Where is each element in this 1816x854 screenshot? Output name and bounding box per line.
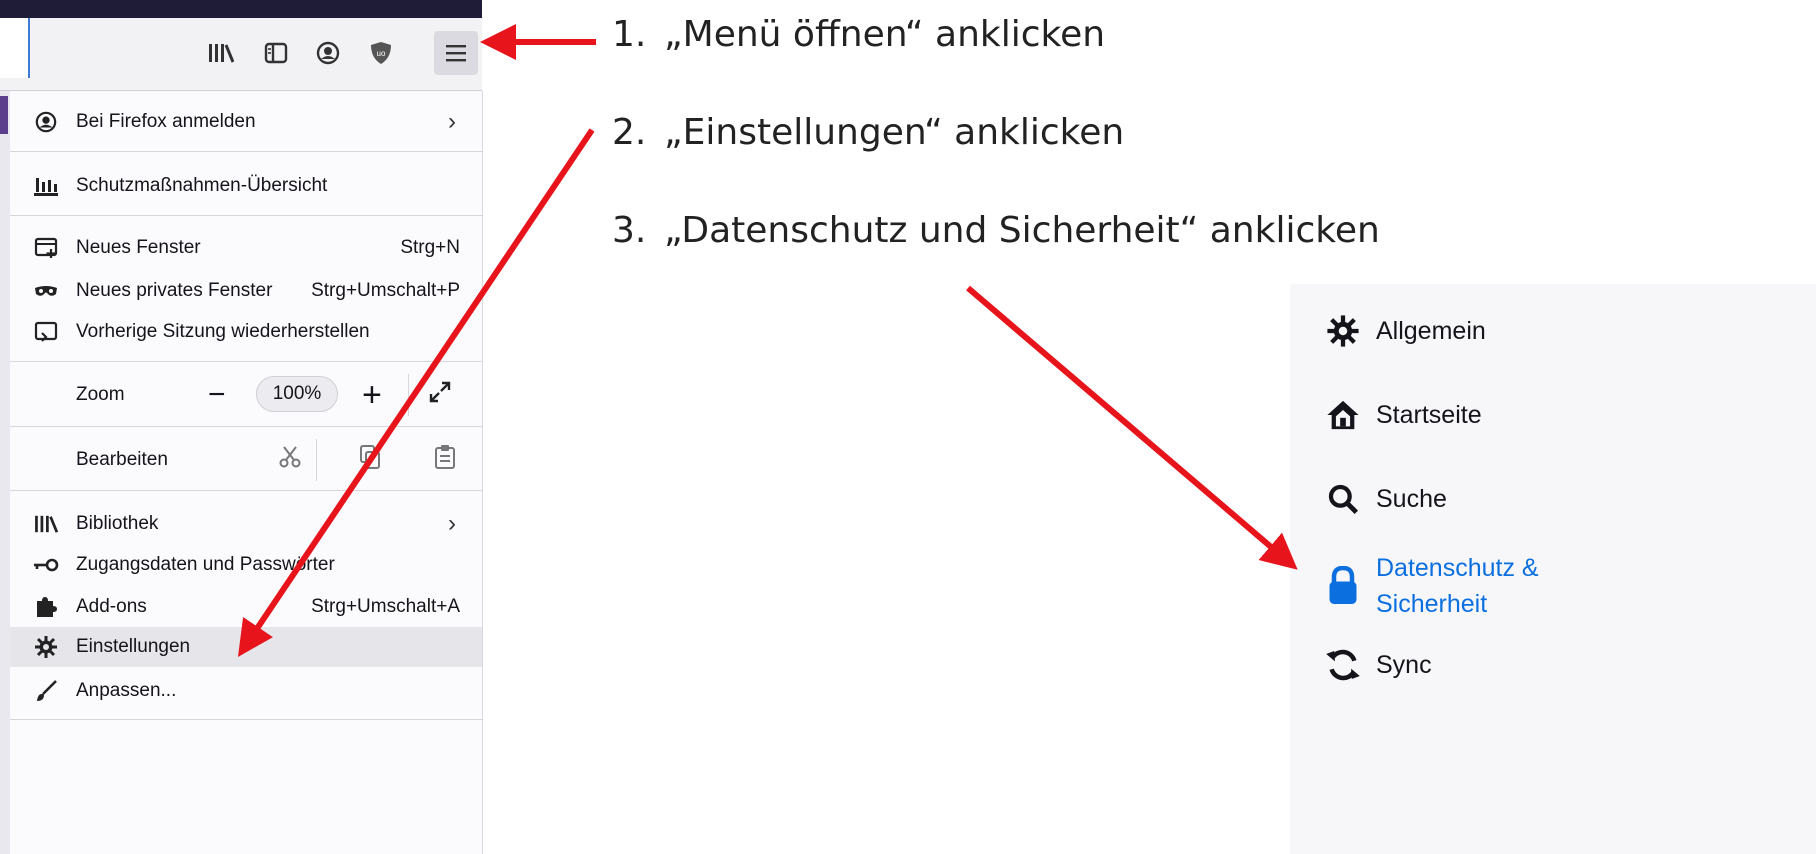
edit-label: Bearbeiten <box>76 449 168 470</box>
menu-item-label: Einstellungen <box>76 636 191 657</box>
pref-item-home[interactable]: Startseite <box>1324 396 1482 434</box>
search-icon <box>1324 480 1362 518</box>
pref-item-label: Sync <box>1376 650 1432 679</box>
ublock-shield-icon[interactable]: uo <box>368 40 394 66</box>
zoom-out-button[interactable]: − <box>208 378 226 412</box>
pref-item-search[interactable]: Suche <box>1324 480 1447 518</box>
step-number: 1. <box>612 14 647 55</box>
step-number: 2. <box>612 112 647 153</box>
home-icon <box>1324 396 1362 434</box>
library-icon[interactable] <box>208 40 234 66</box>
pref-item-label: Startseite <box>1376 400 1482 429</box>
step-number: 3. <box>612 210 647 251</box>
shortcut-text: Strg+Umschalt+P <box>311 280 460 301</box>
bar-chart-icon <box>32 172 60 200</box>
page-tab-fragment <box>0 96 8 134</box>
menu-item-zoom: Zoom − 100% + <box>10 374 482 416</box>
svg-text:uo: uo <box>377 49 386 58</box>
gear-icon <box>32 633 60 661</box>
menu-item-new-window[interactable]: Neues Fenster Strg+N <box>10 231 482 265</box>
pref-item-general[interactable]: Allgemein <box>1324 312 1486 350</box>
copy-icon[interactable] <box>358 444 382 476</box>
pref-item-label-line1: Datenschutz & <box>1376 554 1539 582</box>
browser-toolbar: uo <box>0 18 482 91</box>
step-text: „Datenschutz und Sicherheit“ anklicken <box>664 210 1380 251</box>
menu-item-label: Bei Firefox anmelden <box>76 111 256 132</box>
menu-item-restore-session[interactable]: Vorherige Sitzung wiederherstellen <box>10 315 482 349</box>
arrow-step-3 <box>966 285 1298 570</box>
browser-titlebar <box>0 0 482 18</box>
sidebar-icon[interactable] <box>263 40 289 66</box>
restore-session-icon <box>32 318 60 346</box>
preferences-sidebar: Allgemein Startseite Suche Datenschutz &… <box>1290 284 1816 854</box>
private-mask-icon <box>32 277 60 305</box>
pref-item-label: Datenschutz & Sicherheit <box>1376 550 1539 622</box>
zoom-in-button[interactable]: + <box>362 376 382 415</box>
pref-item-sync[interactable]: Sync <box>1324 646 1432 684</box>
hamburger-icon <box>446 45 466 62</box>
pref-item-label-line2: Sicherheit <box>1376 590 1488 618</box>
account-icon[interactable] <box>315 40 341 66</box>
lock-icon <box>1324 546 1362 626</box>
menu-separator <box>10 719 482 720</box>
instruction-step-2: 2. „Einstellungen“ anklicken <box>612 112 1124 153</box>
instruction-step-1: 1. „Menü öffnen“ anklicken <box>612 14 1105 55</box>
menu-item-library[interactable]: Bibliothek › <box>10 507 482 541</box>
menu-item-settings[interactable]: Einstellungen <box>10 627 482 667</box>
cut-icon[interactable] <box>278 445 302 475</box>
menu-item-label: Anpassen... <box>76 680 177 701</box>
pref-item-label: Allgemein <box>1376 316 1486 345</box>
shortcut-text: Strg+Umschalt+A <box>311 596 460 617</box>
vertical-separator <box>316 439 317 481</box>
menu-item-edit: Bearbeiten <box>10 439 482 481</box>
library-icon <box>32 510 60 538</box>
menu-item-label: Zugangsdaten und Passwörter <box>76 554 335 575</box>
pref-item-privacy-security[interactable]: Datenschutz & Sicherheit <box>1324 546 1539 626</box>
menu-item-label: Vorherige Sitzung wiederherstellen <box>76 321 370 342</box>
step-text: „Einstellungen“ anklicken <box>664 112 1125 153</box>
menu-item-sign-in[interactable]: Bei Firefox anmelden › <box>10 105 482 139</box>
chevron-right-icon: › <box>448 108 456 135</box>
shortcut-text: Strg+N <box>400 237 460 258</box>
account-icon <box>32 108 60 136</box>
gear-icon <box>1324 312 1362 350</box>
zoom-label: Zoom <box>76 384 125 405</box>
menu-item-customize[interactable]: Anpassen... <box>10 674 482 708</box>
menu-item-label: Bibliothek <box>76 513 159 534</box>
menu-item-protections[interactable]: Schutzmaßnahmen-Übersicht <box>10 169 482 203</box>
step-text: „Menü öffnen“ anklicken <box>664 14 1106 55</box>
fullscreen-icon[interactable] <box>428 380 452 410</box>
zoom-reset-button[interactable]: 100% <box>256 376 338 412</box>
chevron-right-icon: › <box>448 510 456 537</box>
url-bar-edge[interactable] <box>0 18 30 78</box>
key-icon <box>32 551 60 579</box>
menu-separator <box>10 361 482 362</box>
menu-separator <box>10 426 482 427</box>
paintbrush-icon <box>32 677 60 705</box>
menu-item-addons[interactable]: Add-ons Strg+Umschalt+A <box>10 590 482 624</box>
app-menu-panel: Bei Firefox anmelden › Schutzmaßnahmen-Ü… <box>10 91 483 854</box>
menu-item-private-window[interactable]: Neues privates Fenster Strg+Umschalt+P <box>10 274 482 308</box>
pref-item-label: Suche <box>1376 484 1447 513</box>
puzzle-icon <box>32 593 60 621</box>
vertical-separator <box>408 374 409 416</box>
menu-separator <box>10 215 482 216</box>
menu-item-label: Add-ons <box>76 596 147 617</box>
paste-icon[interactable] <box>434 444 456 476</box>
menu-separator <box>10 490 482 491</box>
menu-item-label: Neues Fenster <box>76 237 201 258</box>
new-window-icon <box>32 234 60 262</box>
menu-item-label: Schutzmaßnahmen-Übersicht <box>76 175 328 196</box>
instruction-step-3: 3. „Datenschutz und Sicherheit“ anklicken <box>612 210 1380 251</box>
menu-item-logins[interactable]: Zugangsdaten und Passwörter <box>10 548 482 582</box>
sync-icon <box>1324 646 1362 684</box>
page-background-strip <box>0 91 10 854</box>
menu-item-label: Neues privates Fenster <box>76 280 273 301</box>
menu-separator <box>10 151 482 152</box>
open-menu-button[interactable] <box>434 31 478 75</box>
